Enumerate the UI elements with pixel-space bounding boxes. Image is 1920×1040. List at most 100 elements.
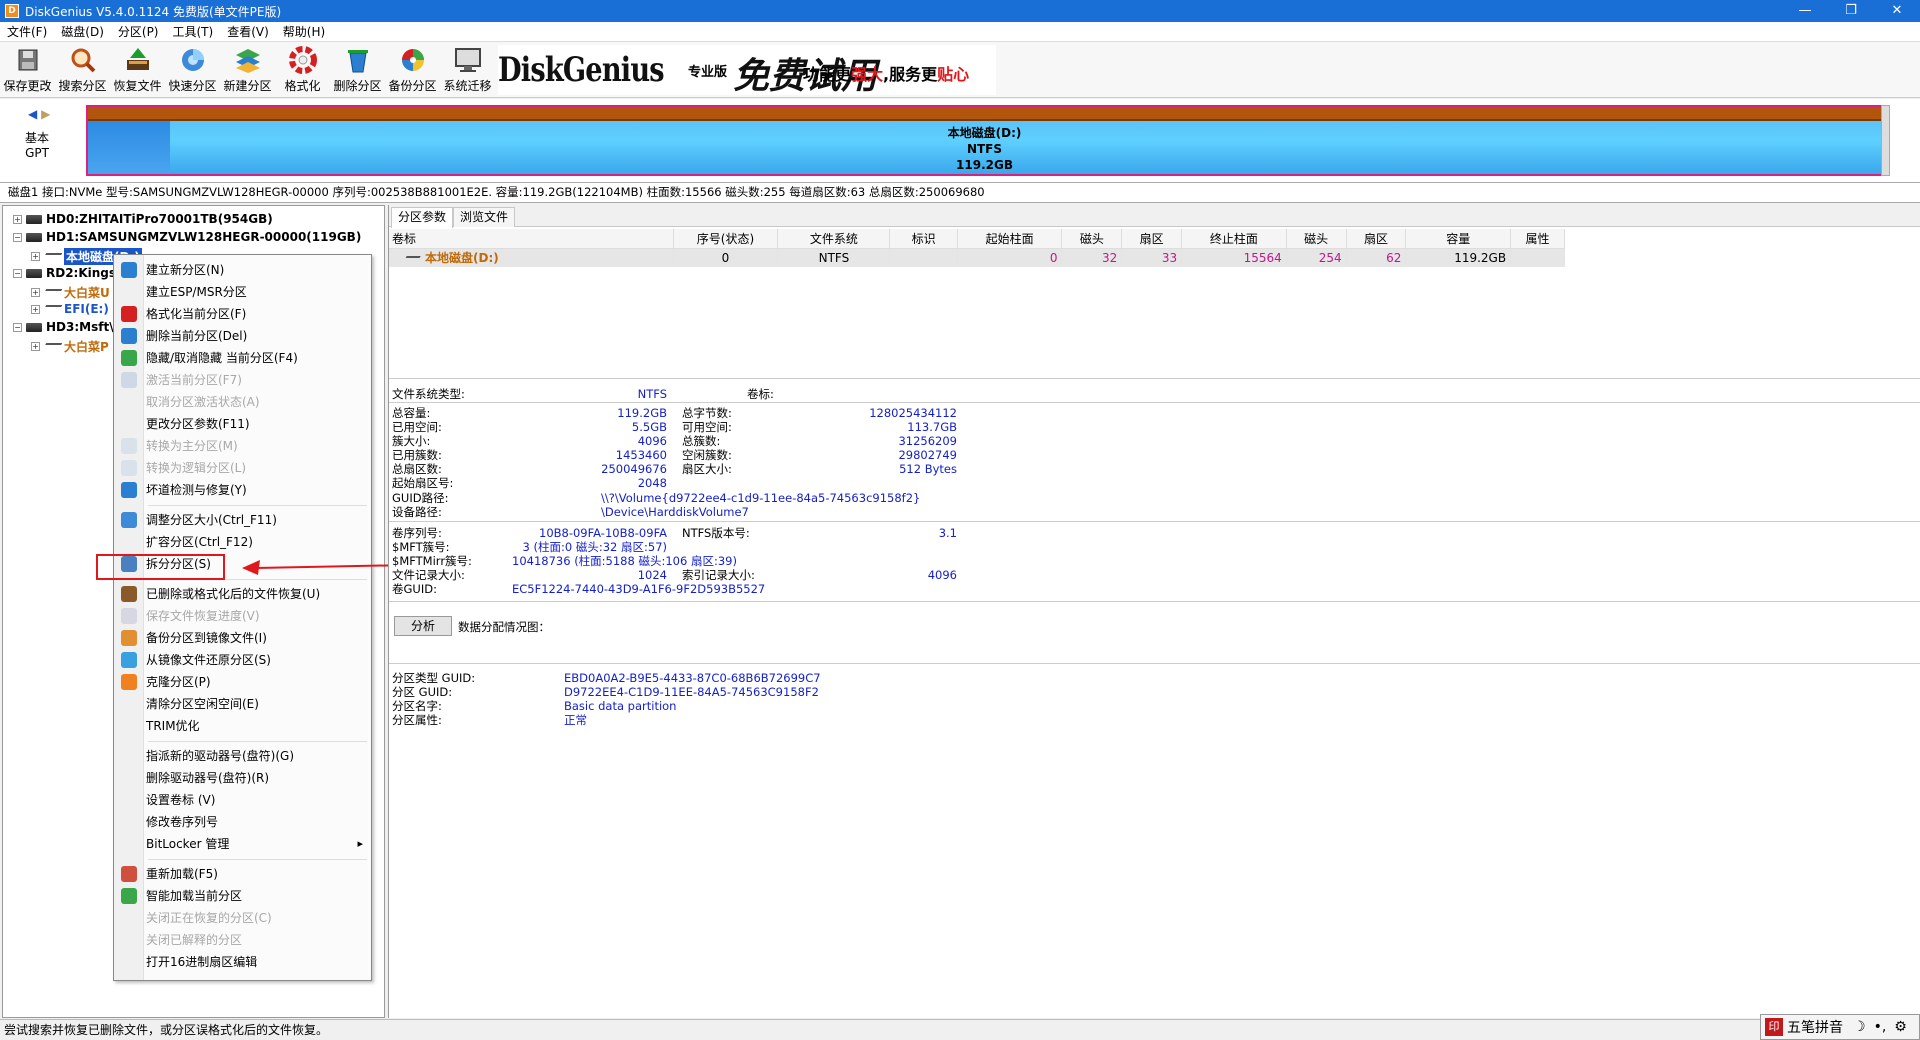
- settings-icon: ⚙: [1894, 1019, 1907, 1035]
- menu-tools[interactable]: 工具(T): [166, 23, 221, 40]
- expand-icon[interactable]: +: [31, 252, 40, 261]
- close-button[interactable]: ✕: [1874, 0, 1920, 22]
- context-menu-item[interactable]: 修改卷序列号: [146, 812, 218, 832]
- maximize-button[interactable]: ❐: [1828, 0, 1874, 22]
- promo-banner[interactable]: DiskGenius 专业版 免费试用 功能更强大,服务更贴心: [498, 45, 996, 97]
- table-row[interactable]: 本地磁盘(D:) 0 NTFS 0 32 33 15564 254 62 119…: [389, 248, 1565, 267]
- tree-item-rd2[interactable]: − RD2:Kings: [13, 266, 116, 280]
- context-menu-item[interactable]: 备份分区到镜像文件(I): [146, 628, 267, 648]
- info-label: 总容量:: [392, 406, 431, 420]
- menu-partition[interactable]: 分区(P): [111, 23, 166, 40]
- activate-icon: [121, 372, 137, 388]
- context-menu-item[interactable]: 清除分区空闲空间(E): [146, 694, 259, 714]
- context-menu-item[interactable]: 从镜像文件还原分区(S): [146, 650, 271, 670]
- context-menu-item[interactable]: 扩容分区(Ctrl_F12): [146, 532, 253, 552]
- context-menu-item[interactable]: BitLocker 管理: [146, 834, 229, 854]
- disk-nav-arrows[interactable]: ◀ ▶: [28, 107, 50, 121]
- info-value: 512 Bytes: [899, 462, 957, 476]
- minimize-button[interactable]: —: [1782, 0, 1828, 22]
- analyze-button[interactable]: 分析: [394, 616, 452, 636]
- backup-partition-button[interactable]: 备份分区: [385, 42, 440, 98]
- context-menu-item[interactable]: TRIM优化: [146, 716, 200, 736]
- next-disk-icon[interactable]: ▶: [41, 107, 50, 121]
- delete-partition-button[interactable]: 删除分区: [330, 42, 385, 98]
- menu-separator: [148, 859, 367, 860]
- context-menu-item[interactable]: 删除驱动器号(盘符)(R): [146, 768, 269, 788]
- tree-item-hd0[interactable]: + HD0:ZHITAITiPro70001TB(954GB): [13, 212, 273, 226]
- partition-details-pane: 分区参数 浏览文件 卷标 序号(状态) 文件系统 标识 起始柱面 磁头 扇区 终…: [388, 205, 1920, 1018]
- partition-bar-header: [88, 107, 1881, 121]
- info-label: 文件记录大小:: [392, 568, 465, 582]
- diskmap-scrollbar[interactable]: [1881, 105, 1890, 176]
- context-menu-item[interactable]: 格式化当前分区(F): [146, 304, 246, 324]
- status-bar: 尝试搜索并恢复已删除文件，或分区误格式化后的文件恢复。: [0, 1019, 1920, 1040]
- expand-icon[interactable]: +: [31, 304, 40, 314]
- menu-view[interactable]: 查看(V): [220, 23, 276, 40]
- new-partition-button[interactable]: 新建分区: [220, 42, 275, 98]
- partition-icon: [41, 342, 63, 351]
- tree-item-efi[interactable]: + EFI(E:): [31, 302, 109, 316]
- migrate-icon: [453, 46, 483, 74]
- context-menu-item[interactable]: 设置卷标 (V): [146, 790, 215, 810]
- context-menu-item[interactable]: 指派新的驱动器号(盘符)(G): [146, 746, 294, 766]
- expand-icon[interactable]: +: [13, 214, 22, 224]
- disk-info-line: 磁盘1 接口:NVMe 型号:SAMSUNGMZVLW128HEGR-00000…: [0, 183, 1920, 203]
- partition-bar[interactable]: 本地磁盘(D:) NTFS 119.2GB: [86, 105, 1883, 176]
- pane-divider[interactable]: [389, 378, 1920, 379]
- tree-item-hd1[interactable]: − HD1:SAMSUNGMZVLW128HEGR-00000(119GB): [13, 230, 361, 244]
- tab-partition-params[interactable]: 分区参数: [391, 207, 454, 228]
- context-menu-item[interactable]: 隐藏/取消隐藏 当前分区(F4): [146, 348, 298, 368]
- context-menu-item[interactable]: 建立ESP/MSR分区: [146, 282, 247, 302]
- format-button[interactable]: 格式化: [275, 42, 330, 98]
- menu-disk[interactable]: 磁盘(D): [54, 23, 111, 40]
- context-menu-item[interactable]: 建立新分区(N): [146, 260, 224, 280]
- recover-files-button[interactable]: 恢复文件: [110, 42, 165, 98]
- ime-indicator[interactable]: 印 五笔拼音 ☽ •, ⚙: [1760, 1014, 1920, 1040]
- context-menu-item[interactable]: 重新加载(F5): [146, 864, 218, 884]
- search-partition-button[interactable]: 搜索分区: [55, 42, 110, 98]
- info-label: 卷序列号:: [392, 526, 442, 540]
- context-menu-item[interactable]: 已删除或格式化后的文件恢复(U): [146, 584, 320, 604]
- fs-type-line: 文件系统类型: NTFS 卷标:: [392, 387, 774, 401]
- disk-map: ◀ ▶ 基本 GPT 本地磁盘(D:) NTFS 119.2GB: [0, 99, 1920, 183]
- expand-icon[interactable]: +: [31, 342, 40, 351]
- guid-path-line: GUID路径: \\?\Volume{d9722ee4-c1d9-11ee-84…: [392, 491, 921, 505]
- info-value: 1453460: [615, 448, 667, 462]
- tree-item-dabaicai-p[interactable]: + 大白菜P: [31, 338, 109, 355]
- context-menu-item[interactable]: 智能加载当前分区: [146, 886, 242, 906]
- context-menu-item[interactable]: 克隆分区(P): [146, 672, 211, 692]
- context-menu-item[interactable]: 坏道检测与修复(Y): [146, 480, 247, 500]
- info-value: 4096: [637, 434, 667, 448]
- collapse-icon[interactable]: −: [13, 322, 22, 332]
- info-label: 起始扇区号:: [392, 476, 454, 490]
- convert-icon: [121, 438, 137, 454]
- submenu-arrow-icon: ▸: [357, 837, 363, 850]
- ime-label: 五笔拼音: [1787, 1020, 1843, 1036]
- tab-browse-files[interactable]: 浏览文件: [453, 207, 516, 227]
- tree-item-dabaicai-u[interactable]: + 大白菜U: [31, 284, 110, 301]
- collapse-icon[interactable]: −: [13, 232, 22, 242]
- info-value: Basic data partition: [564, 699, 677, 713]
- smart-load-icon: [121, 888, 137, 904]
- info-label: NTFS版本号:: [682, 526, 750, 540]
- collapse-icon[interactable]: −: [13, 268, 22, 278]
- context-menu-item[interactable]: 打开16进制扇区编辑: [146, 952, 257, 972]
- context-menu-item[interactable]: 删除当前分区(Del): [146, 326, 247, 346]
- prev-disk-icon[interactable]: ◀: [28, 107, 37, 121]
- quick-partition-button[interactable]: 快速分区: [165, 42, 220, 98]
- moon-icon: ☽: [1853, 1019, 1866, 1035]
- system-migration-button[interactable]: 系统迁移: [440, 42, 495, 98]
- menu-file[interactable]: 文件(F): [0, 23, 54, 40]
- context-menu-item[interactable]: 调整分区大小(Ctrl_F11): [146, 510, 277, 530]
- save-changes-button[interactable]: 保存更改: [0, 42, 55, 98]
- info-value: D9722EE4-C1D9-11EE-84A5-74563C9158F2: [564, 685, 819, 699]
- info-value: 119.2GB: [617, 406, 667, 420]
- expand-icon[interactable]: +: [31, 288, 40, 297]
- device-path-line: 设备路径: \Device\HarddiskVolume7: [392, 505, 749, 519]
- context-menu-item[interactable]: 更改分区参数(F11): [146, 414, 250, 434]
- menu-help[interactable]: 帮助(H): [276, 23, 332, 40]
- partition-context-menu: 建立新分区(N) 建立ESP/MSR分区 格式化当前分区(F) 删除当前分区(Del)…: [113, 254, 372, 981]
- menu-separator: [148, 505, 367, 506]
- new-partition-icon: [121, 262, 137, 278]
- tree-item-hd3[interactable]: − HD3:Msft\: [13, 320, 114, 334]
